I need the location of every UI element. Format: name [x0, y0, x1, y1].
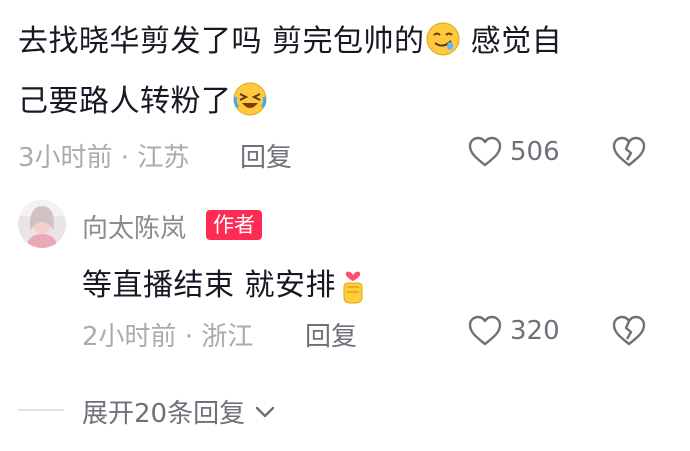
comment-dislike-button[interactable]: [612, 136, 648, 170]
reply-username[interactable]: 向太陈岚: [82, 208, 186, 245]
broken-heart-icon: [612, 315, 646, 346]
reply-dislike-button[interactable]: [612, 315, 648, 349]
avatar[interactable]: [18, 200, 66, 248]
reply-like-button[interactable]: 320: [468, 313, 568, 349]
comment-text-line-1: 去找晓华剪发了吗 剪完包帅的 感觉自: [18, 16, 562, 60]
heart-icon: [468, 136, 502, 167]
reply-text-content: 等直播结束 就安排: [82, 268, 337, 303]
expand-divider: [18, 409, 64, 411]
reply-reply-button[interactable]: 回复: [305, 316, 357, 353]
comment-text-part-2: 感觉自: [460, 24, 563, 59]
comment-like-button[interactable]: 506: [468, 134, 568, 170]
comment-text-part-1: 去找晓华剪发了吗 剪完包帅的: [18, 24, 425, 59]
author-badge: 作者: [206, 210, 262, 240]
comment-text-part-3: 己要路人转粉了: [18, 84, 232, 119]
reply-like-count: 320: [510, 316, 560, 346]
expand-replies-label: 展开20条回复: [82, 399, 246, 429]
comment-time-location: 3小时前 · 江苏: [18, 143, 190, 173]
comment-text-line-2: 己要路人转粉了: [18, 76, 268, 120]
expand-replies-button[interactable]: 展开20条回复: [82, 393, 276, 430]
laughing-tears-emoji-icon: [232, 81, 268, 117]
reply-text: 等直播结束 就安排: [82, 260, 370, 305]
finger-heart-emoji-icon: [336, 265, 370, 305]
comment-reply-button[interactable]: 回复: [240, 137, 292, 174]
reply-time-location: 2小时前 · 浙江: [82, 322, 254, 352]
drooling-smile-emoji-icon: [425, 21, 461, 57]
comment-like-count: 506: [510, 137, 560, 167]
broken-heart-icon: [612, 136, 646, 167]
chevron-down-icon: [255, 406, 275, 418]
heart-icon: [468, 315, 502, 346]
